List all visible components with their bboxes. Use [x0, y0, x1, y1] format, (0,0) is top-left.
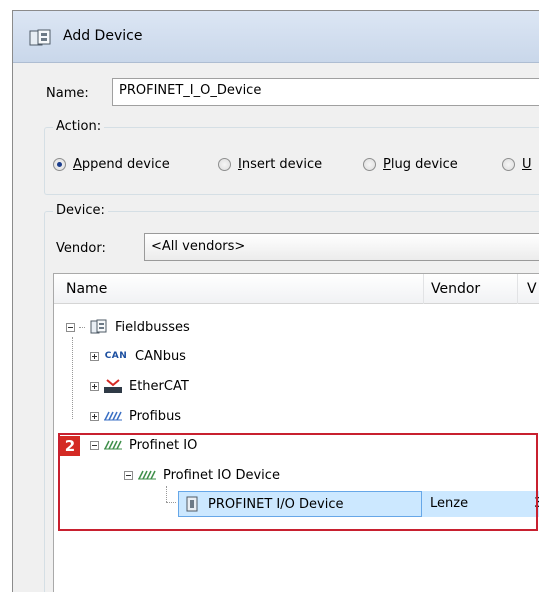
- radio-append-indicator[interactable]: [53, 158, 66, 171]
- expand-toggle[interactable]: [90, 411, 99, 421]
- device-tree: Name Vendor V Fieldbusses CAN CANbus Eth…: [53, 273, 539, 592]
- ethercat-icon: [103, 378, 123, 394]
- vendor-combobox[interactable]: <All vendors>: [144, 233, 539, 261]
- expand-toggle[interactable]: [90, 351, 99, 361]
- device-name-cell: PROFINET I/O Device: [208, 496, 344, 512]
- table-row-selected[interactable]: PROFINET I/O Device Lenze 3: [178, 491, 539, 517]
- tree-line: [72, 337, 73, 419]
- fieldbus-icon: [89, 319, 109, 335]
- expand-toggle[interactable]: [90, 381, 99, 391]
- profibus-icon: [103, 408, 123, 424]
- add-device-icon: [29, 29, 51, 46]
- column-version[interactable]: V: [527, 281, 537, 297]
- title-bar: Add Device: [13, 11, 539, 63]
- collapse-toggle[interactable]: [66, 322, 75, 332]
- collapse-toggle[interactable]: [124, 470, 133, 480]
- tree-line: [166, 502, 176, 503]
- column-separator[interactable]: [517, 274, 518, 304]
- name-input[interactable]: PROFINET_I_O_Device: [112, 78, 539, 106]
- dialog-title: Add Device: [63, 28, 143, 44]
- tree-line: [166, 486, 167, 502]
- device-icon: [182, 496, 202, 512]
- tree-node-fieldbusses[interactable]: Fieldbusses: [66, 316, 190, 338]
- radio-insert-indicator[interactable]: [218, 158, 231, 171]
- action-label: Action:: [53, 119, 105, 134]
- tree-node-profinet-io[interactable]: Profinet IO: [90, 434, 197, 456]
- annotation-badge: 2: [60, 436, 80, 456]
- can-icon: CAN: [104, 351, 128, 361]
- name-label: Name:: [46, 86, 89, 101]
- column-name[interactable]: Name: [66, 281, 107, 297]
- collapse-toggle[interactable]: [90, 440, 99, 450]
- profinet-icon: [137, 467, 157, 483]
- device-label: Device:: [53, 203, 108, 218]
- radio-plug-device[interactable]: Plug device: [363, 157, 458, 172]
- radio-plug-indicator[interactable]: [363, 158, 376, 171]
- profinet-icon: [103, 437, 123, 453]
- tree-node-profinet-io-device[interactable]: Profinet IO Device: [124, 464, 280, 486]
- radio-insert-device[interactable]: Insert device: [218, 157, 322, 172]
- column-vendor[interactable]: Vendor: [431, 281, 480, 297]
- tree-node-canbus[interactable]: CAN CANbus: [90, 345, 186, 367]
- vendor-label: Vendor:: [56, 241, 106, 256]
- radio-append-device[interactable]: Append device: [53, 157, 170, 172]
- tree-header: Name Vendor V: [54, 274, 539, 304]
- version-cell: 3: [534, 496, 539, 511]
- column-separator[interactable]: [423, 274, 424, 304]
- radio-update-device[interactable]: U: [502, 157, 532, 172]
- vendor-cell: Lenze: [430, 496, 469, 511]
- tree-node-profibus[interactable]: Profibus: [90, 405, 181, 427]
- tree-node-ethercat[interactable]: EtherCAT: [90, 375, 189, 397]
- radio-update-indicator[interactable]: [502, 158, 515, 171]
